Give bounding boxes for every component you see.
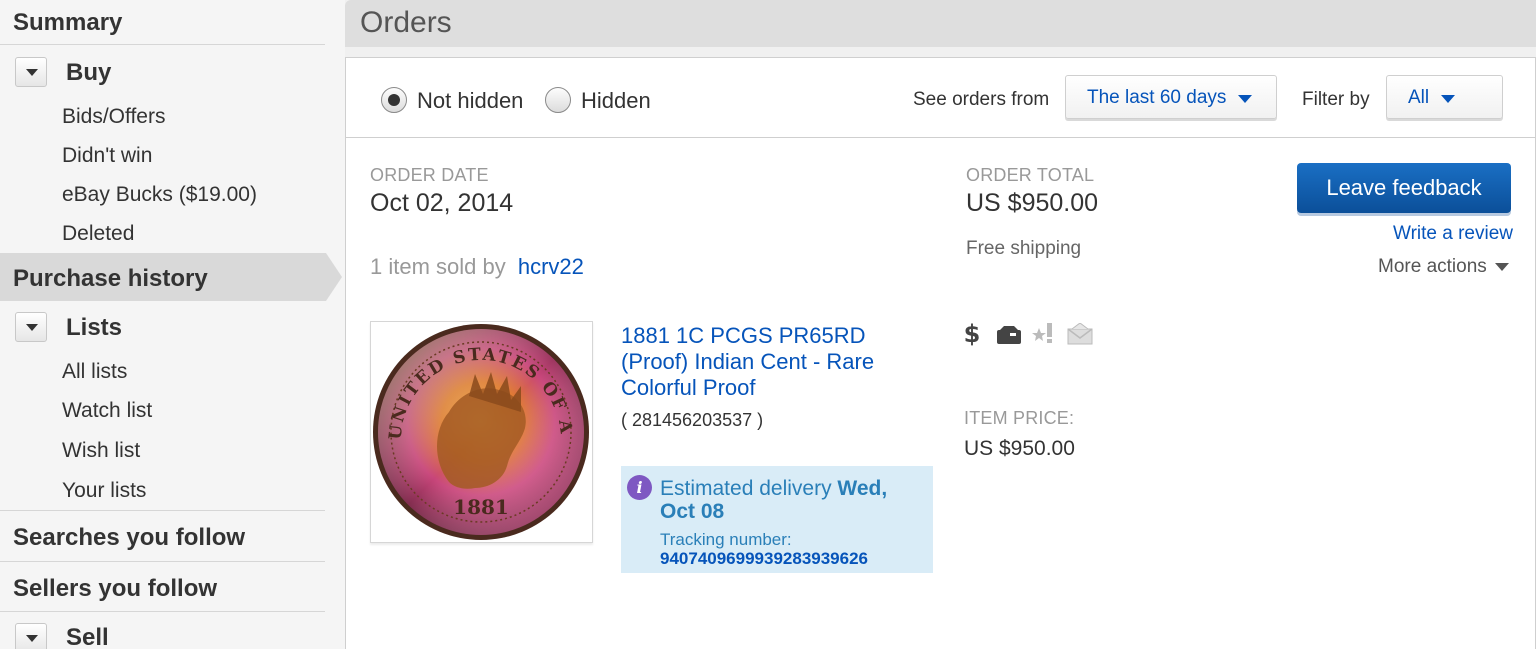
- divider: [0, 510, 325, 511]
- see-orders-from-label: See orders from: [913, 89, 1050, 110]
- sell-collapse-toggle[interactable]: [15, 623, 47, 649]
- filter-by-label: Filter by: [1302, 89, 1370, 110]
- sidebar-searches-you-follow[interactable]: Searches you follow: [0, 524, 325, 552]
- sold-by-text: 1 item sold by hcrv22: [370, 254, 584, 280]
- sidebar-sellers-you-follow[interactable]: Sellers you follow: [0, 575, 325, 603]
- leave-feedback-button[interactable]: Leave feedback: [1297, 163, 1511, 213]
- info-icon: i: [627, 475, 652, 500]
- chevron-down-icon: [1441, 95, 1455, 103]
- filter-by-value: All: [1408, 87, 1430, 108]
- orders-header: Orders: [345, 0, 1536, 47]
- sidebar-item-label: Purchase history: [13, 265, 208, 292]
- feedback-star-icon: [1032, 323, 1052, 343]
- sidebar-item-wish-list[interactable]: Wish list: [62, 439, 140, 463]
- lists-collapse-toggle[interactable]: [15, 312, 47, 342]
- envelope-icon: [1067, 323, 1093, 345]
- item-title-link[interactable]: 1881 1C PCGS PR65RD (Proof) Indian Cent …: [621, 323, 921, 401]
- dollar-icon: $: [964, 320, 981, 348]
- time-range-dropdown[interactable]: The last 60 days: [1065, 75, 1277, 119]
- orders-panel: Not hidden Hidden See orders from The la…: [345, 57, 1536, 649]
- item-thumbnail[interactable]: UNITED STATES OF AMERICA 1881: [361, 307, 593, 543]
- hidden-label[interactable]: Hidden: [581, 88, 651, 114]
- filter-bar: Not hidden Hidden See orders from The la…: [346, 58, 1535, 138]
- order-date-value: Oct 02, 2014: [370, 189, 514, 217]
- order-total-caption: ORDER TOTAL: [966, 165, 1095, 185]
- sidebar-item-purchase-history[interactable]: Purchase history: [0, 253, 342, 301]
- divider: [0, 44, 325, 45]
- sidebar-group-buy[interactable]: Buy: [66, 59, 111, 87]
- sidebar-item-deleted[interactable]: Deleted: [62, 222, 134, 246]
- svg-text:$: $: [964, 320, 981, 348]
- tracking-label: Tracking number:: [660, 530, 792, 549]
- shipped-box-icon: [997, 326, 1021, 344]
- not-hidden-radio[interactable]: [381, 87, 407, 113]
- more-actions-menu[interactable]: More actions: [1378, 256, 1509, 278]
- order-date-caption: ORDER DATE: [370, 165, 489, 185]
- time-range-value: The last 60 days: [1087, 87, 1227, 108]
- coin-year: 1881: [453, 495, 509, 519]
- order-total-value: US $950.00: [966, 189, 1099, 217]
- page-title: Orders: [360, 6, 452, 39]
- sidebar-item-didnt-win[interactable]: Didn't win: [62, 144, 152, 168]
- write-review-link[interactable]: Write a review: [1393, 223, 1513, 245]
- tracking-number-link[interactable]: 9407409699939283939626: [660, 549, 868, 569]
- divider: [0, 561, 325, 562]
- chevron-down-icon: [1494, 262, 1509, 271]
- sold-by-prefix: 1 item sold by: [370, 254, 506, 279]
- coin-image: UNITED STATES OF AMERICA 1881: [361, 307, 589, 540]
- delivery-info-box: i Estimated delivery Wed, Oct 08 Trackin…: [621, 466, 933, 573]
- sidebar-item-bids-offers[interactable]: Bids/Offers: [62, 105, 165, 129]
- sidebar-group-sell[interactable]: Sell: [66, 624, 109, 649]
- shipping-info: Free shipping: [966, 238, 1082, 259]
- estimated-delivery-prefix: Estimated delivery: [660, 477, 832, 500]
- more-actions-label: More actions: [1378, 256, 1487, 277]
- sidebar-item-ebay-bucks[interactable]: eBay Bucks ($19.00): [62, 183, 257, 207]
- not-hidden-label[interactable]: Not hidden: [417, 88, 523, 114]
- filter-by-dropdown[interactable]: All: [1386, 75, 1503, 119]
- buy-collapse-toggle[interactable]: [15, 57, 47, 87]
- estimated-delivery-text: Estimated delivery Wed, Oct 08: [660, 477, 920, 523]
- divider: [0, 611, 325, 612]
- seller-link[interactable]: hcrv22: [518, 254, 584, 279]
- item-price-value: US $950.00: [964, 437, 1075, 460]
- sidebar-summary[interactable]: Summary: [0, 9, 325, 37]
- chevron-down-icon: [1238, 95, 1252, 103]
- sidebar-item-all-lists[interactable]: All lists: [62, 360, 127, 384]
- item-price-caption: ITEM PRICE:: [964, 408, 1075, 428]
- sidebar: Summary Buy Bids/Offers Didn't win eBay …: [0, 0, 345, 649]
- sidebar-group-lists[interactable]: Lists: [66, 314, 122, 342]
- sidebar-item-your-lists[interactable]: Your lists: [62, 479, 146, 503]
- hidden-radio[interactable]: [545, 87, 571, 113]
- sidebar-item-watch-list[interactable]: Watch list: [62, 399, 152, 423]
- item-number: ( 281456203537 ): [621, 410, 764, 430]
